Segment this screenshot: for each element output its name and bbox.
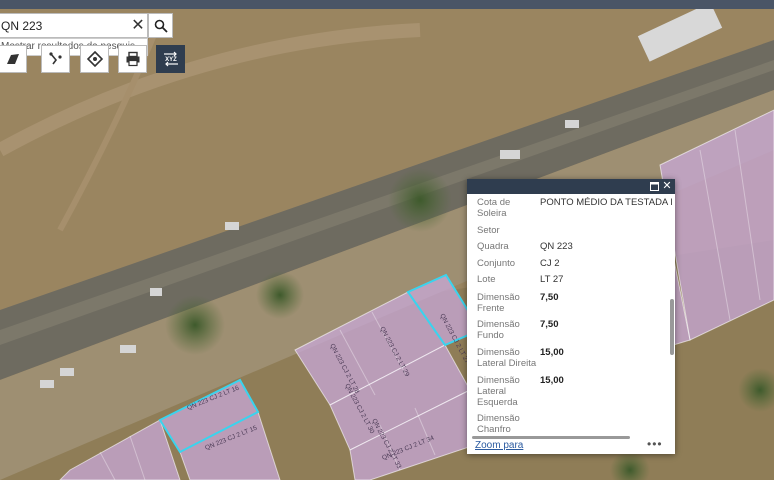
search-input[interactable]: [0, 14, 127, 37]
popup-footer: Zoom para •••: [467, 437, 675, 454]
field-value: 7,50: [540, 319, 559, 330]
xyz-label: XYZ: [165, 57, 177, 63]
maximize-icon[interactable]: [647, 179, 661, 194]
print-icon: [126, 51, 139, 67]
field-value: 15,00: [540, 375, 564, 386]
close-popup-icon[interactable]: ✕: [660, 179, 674, 194]
field-label: Dimensão Frente: [477, 292, 520, 314]
field-value: CJ 2: [540, 258, 560, 269]
search-icon: [154, 19, 168, 33]
field-label: Setor: [477, 225, 500, 236]
print-button[interactable]: [118, 45, 147, 73]
field-value: 7,50: [540, 292, 559, 303]
field-label: Cota de Soleira: [477, 197, 511, 219]
search-button[interactable]: [148, 13, 173, 38]
location-button[interactable]: [80, 45, 109, 73]
field-label: Quadra: [477, 241, 509, 252]
coordinate-xyz-icon: XYZ: [163, 51, 178, 67]
popup-header: ✕: [467, 179, 675, 194]
zoom-to-link[interactable]: Zoom para: [475, 440, 523, 451]
feature-popup: ✕ Cota de Soleira PONTO MÉDIO DA TESTADA…: [467, 179, 675, 454]
field-value: LT 27: [540, 274, 564, 285]
location-icon: [86, 51, 103, 67]
field-label: Conjunto: [477, 258, 516, 269]
vertical-scrollbar[interactable]: [670, 299, 674, 355]
close-icon[interactable]: ✕: [129, 16, 147, 35]
popup-content[interactable]: Cota de Soleira PONTO MÉDIO DA TESTADA F…: [467, 194, 673, 436]
app-header: [0, 0, 774, 9]
more-options-icon[interactable]: •••: [647, 437, 663, 451]
field-label: Dimensão Lateral Direita: [477, 347, 537, 369]
measure-icon: [48, 52, 62, 65]
measure-button[interactable]: [41, 45, 70, 73]
basemap-button[interactable]: [0, 45, 27, 73]
field-label: Dimensão Lateral Esquerda: [477, 375, 520, 408]
field-value: 15,00: [540, 347, 564, 358]
search-box[interactable]: ✕: [0, 13, 148, 38]
field-value: PONTO MÉDIO DA TESTADA F: [540, 197, 672, 208]
field-value: QN 223: [540, 241, 573, 252]
basemap-icon: [6, 54, 19, 64]
field-label: Lote: [477, 274, 496, 285]
coordinate-xyz-button[interactable]: XYZ: [156, 45, 185, 73]
field-label: Dimensão Fundo: [477, 319, 520, 341]
field-label: Dimensão Chanfro: [477, 413, 520, 435]
